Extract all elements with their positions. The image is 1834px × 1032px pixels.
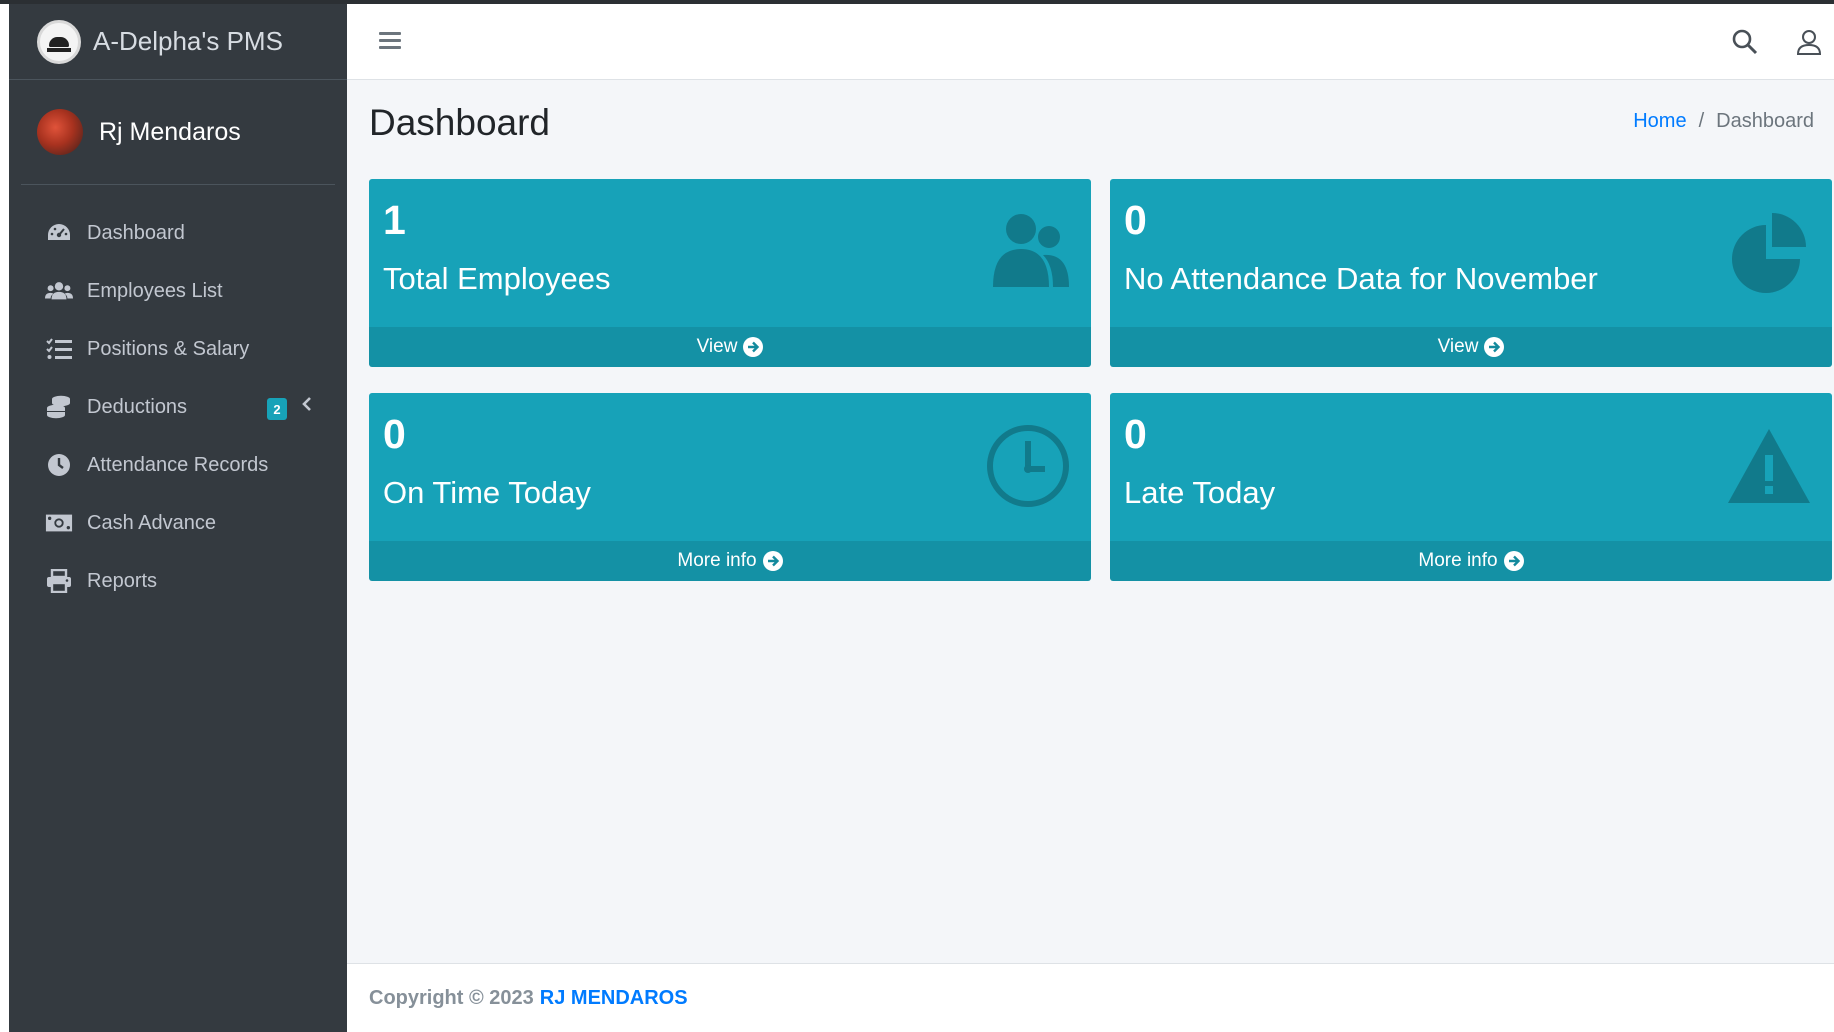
breadcrumb-home-link[interactable]: Home [1633, 110, 1686, 133]
arrow-circle-right-icon [1503, 551, 1524, 571]
sidebar-item-label: Dashboard [87, 221, 185, 244]
card-footer-label: View [696, 336, 738, 357]
hamburger-icon[interactable] [379, 32, 401, 50]
breadcrumb-current: Dashboard [1716, 110, 1814, 132]
page-title: Dashboard [369, 102, 551, 143]
sidebar-item-employees-list[interactable]: Employees List [9, 262, 347, 320]
card-footer-label: View [1437, 336, 1479, 357]
card-label: No Attendance Data for November [1124, 261, 1598, 296]
clock-icon [45, 452, 73, 478]
card-label: Late Today [1124, 475, 1276, 510]
pie-chart-icon [1724, 207, 1814, 297]
content-wrapper: Dashboard Home / Dashboard 1 Total Emplo… [347, 80, 1834, 963]
card-label: Total Employees [383, 261, 611, 296]
sidebar-item-positions-salary[interactable]: Positions & Salary [9, 320, 347, 378]
dashboard-gauge-icon [45, 220, 73, 246]
arrow-circle-right-icon [1484, 337, 1505, 357]
breadcrumb-separator: / [1698, 110, 1705, 132]
sidebar-item-dashboard[interactable]: Dashboard [9, 204, 347, 262]
card-footer-link[interactable]: More info [1110, 541, 1832, 581]
copyright-text: Copyright © 2023 [369, 986, 534, 1009]
coins-icon [45, 394, 73, 420]
top-navbar [347, 4, 1834, 80]
footer-author-link[interactable]: RJ MENDAROS [540, 987, 688, 1010]
arrow-circle-right-icon [743, 337, 764, 357]
money-bill-icon [45, 510, 73, 536]
users-icon [45, 278, 73, 304]
card-number: 0 [1124, 411, 1147, 457]
card-footer-label: More info [677, 550, 757, 571]
sidebar-item-label: Deductions [87, 395, 188, 418]
list-icon [45, 336, 73, 362]
clock-icon [983, 421, 1073, 511]
user-icon[interactable] [1795, 28, 1823, 56]
warning-icon [1724, 421, 1814, 511]
sidebar: A-Delpha's PMS Rj Mendaros Dashboard Emp… [9, 4, 347, 1032]
search-icon[interactable] [1731, 28, 1759, 56]
brand-link[interactable]: A-Delpha's PMS [9, 4, 347, 80]
card-footer-link[interactable]: View [369, 327, 1091, 367]
users-icon [983, 207, 1073, 297]
card-number: 0 [383, 411, 406, 457]
brand-title: A-Delpha's PMS [93, 26, 283, 56]
sidebar-item-label: Cash Advance [87, 511, 216, 534]
page-footer: Copyright © 2023 RJ MENDAROS [347, 963, 1834, 1032]
sidebar-nav: Dashboard Employees List Positions & Sal… [9, 204, 347, 610]
sidebar-item-attendance-records[interactable]: Attendance Records [9, 436, 347, 494]
sidebar-item-label: Reports [87, 569, 158, 592]
avatar [37, 109, 83, 155]
sidebar-item-reports[interactable]: Reports [9, 552, 347, 610]
sidebar-item-label: Employees List [87, 279, 223, 302]
sidebar-item-deductions[interactable]: Deductions 2 [9, 378, 347, 436]
card-number: 1 [383, 197, 406, 243]
user-panel[interactable]: Rj Mendaros [21, 80, 335, 185]
card-label: On Time Today [383, 475, 591, 510]
breadcrumb: Home / Dashboard [1633, 110, 1814, 133]
arrow-circle-right-icon [762, 551, 783, 571]
deductions-count-badge: 2 [267, 398, 287, 420]
chevron-left-icon[interactable] [301, 396, 313, 417]
brand-logo [37, 19, 81, 64]
sidebar-item-cash-advance[interactable]: Cash Advance [9, 494, 347, 552]
user-name[interactable]: Rj Mendaros [99, 118, 241, 147]
attendance-data-card: 0 No Attendance Data for November View [1110, 179, 1832, 367]
total-employees-card: 1 Total Employees View [369, 179, 1091, 367]
sidebar-item-label: Attendance Records [87, 453, 269, 476]
card-footer-link[interactable]: More info [369, 541, 1091, 581]
sidebar-item-label: Positions & Salary [87, 337, 250, 360]
card-number: 0 [1124, 197, 1147, 243]
card-footer-link[interactable]: View [1110, 327, 1832, 367]
print-icon [45, 568, 73, 594]
on-time-today-card: 0 On Time Today More info [369, 393, 1091, 581]
late-today-card: 0 Late Today More info [1110, 393, 1832, 581]
card-footer-label: More info [1418, 550, 1498, 571]
